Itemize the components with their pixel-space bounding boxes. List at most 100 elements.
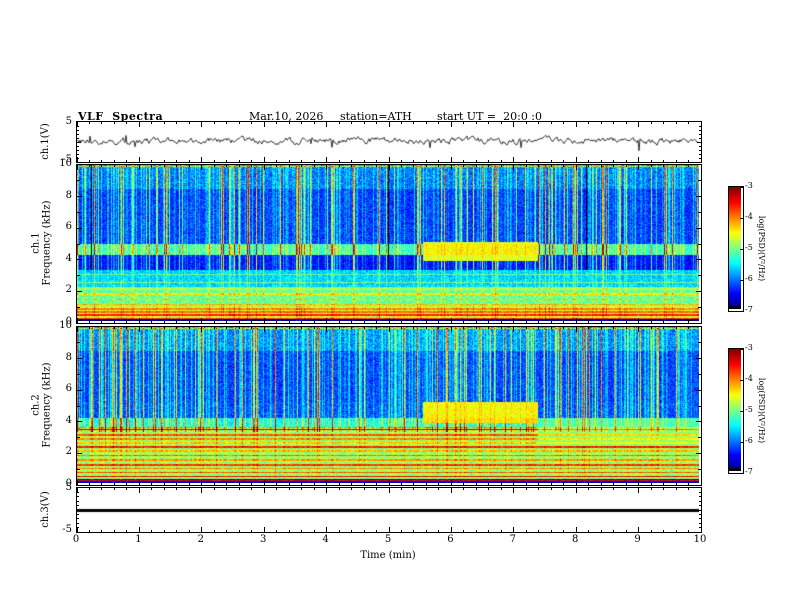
tick-mark: [513, 480, 515, 485]
tick-mark: [276, 165, 278, 167]
tick-mark: [740, 279, 743, 281]
tick-mark: [488, 530, 490, 532]
colorbar-tick-label: -3: [745, 343, 753, 352]
tick-mark: [588, 530, 590, 532]
tick-mark: [351, 483, 353, 485]
tick-mark: [263, 327, 265, 332]
tick-mark: [113, 321, 115, 323]
time-tick-label: 4: [322, 534, 329, 545]
tick-mark: [201, 157, 203, 162]
tick-mark: [450, 480, 452, 485]
colorbar-tick-label: -7: [745, 467, 753, 476]
tick-mark: [138, 122, 140, 127]
tick-mark: [525, 321, 527, 323]
tick-mark: [126, 165, 128, 167]
tick-mark: [575, 157, 577, 162]
tick-mark: [213, 488, 215, 490]
tick-mark: [338, 160, 340, 162]
colorbar-tick-label: -5: [745, 405, 753, 414]
tick-mark: [77, 518, 79, 520]
tick-mark: [338, 488, 340, 490]
tick-mark: [500, 122, 502, 124]
tick-mark: [88, 327, 90, 329]
tick-mark: [351, 160, 353, 162]
tick-mark: [113, 122, 115, 124]
tick-mark: [698, 373, 701, 375]
time-tick-label: 0: [72, 534, 80, 545]
tick-mark: [688, 165, 690, 167]
tick-mark: [688, 122, 690, 124]
vlf-spectra-figure: VLF Spectra Mar.10, 2026 station=ATH sta…: [0, 0, 792, 612]
tick-mark: [538, 122, 540, 124]
tick-mark: [363, 483, 365, 485]
tick-mark: [77, 527, 79, 529]
tick-mark: [740, 410, 743, 412]
tick-mark: [126, 122, 128, 124]
tick-mark: [77, 509, 81, 511]
tick-mark: [77, 153, 79, 155]
tick-mark: [226, 122, 228, 124]
tick-mark: [698, 405, 701, 407]
tick-mark: [699, 149, 701, 151]
tick-mark: [151, 327, 153, 329]
colorbar-ch1: [728, 186, 744, 312]
tick-mark: [663, 488, 665, 490]
tick-mark: [251, 165, 253, 167]
tick-mark: [413, 488, 415, 490]
tick-mark: [201, 318, 203, 323]
tick-mark: [88, 165, 90, 167]
tick-mark: [699, 153, 701, 155]
tick-mark: [638, 527, 640, 532]
tick-mark: [675, 160, 677, 162]
tick-mark: [538, 530, 540, 532]
tick-mark: [650, 165, 652, 167]
time-tick-label: 5: [384, 534, 392, 545]
tick-mark: [500, 530, 502, 532]
tick-mark: [413, 165, 415, 167]
tick-mark: [600, 321, 602, 323]
tick-mark: [700, 327, 702, 332]
time-tick-label: 3: [260, 534, 267, 545]
tick-mark: [163, 160, 165, 162]
tick-mark: [151, 122, 153, 124]
tick-mark: [696, 259, 701, 261]
tick-mark: [213, 165, 215, 167]
tick-mark: [213, 321, 215, 323]
tick-mark: [101, 321, 103, 323]
tick-mark: [513, 488, 515, 493]
tick-mark: [188, 160, 190, 162]
tick-mark: [251, 488, 253, 490]
tick-mark: [313, 327, 315, 329]
tick-mark: [238, 122, 240, 124]
tick-mark: [550, 530, 552, 532]
tick-mark: [326, 488, 328, 493]
tick-mark: [698, 275, 701, 277]
ch3-voltage-ylabel: ch.3(V): [36, 487, 54, 531]
tick-mark: [363, 488, 365, 490]
tick-mark: [113, 327, 115, 329]
tick-mark: [276, 321, 278, 323]
tick-mark: [201, 327, 203, 332]
tick-mark: [226, 165, 228, 167]
ch1-voltage-ylabel: ch.1(V): [36, 121, 54, 161]
tick-mark: [313, 530, 315, 532]
tick-mark: [101, 160, 103, 162]
tick-mark: [699, 133, 701, 135]
ch1-channel-label: ch.1: [31, 232, 42, 254]
time-tick-label: 6: [447, 534, 454, 545]
tick-mark: [77, 452, 82, 454]
volt-tick-label: -5: [62, 524, 72, 535]
tick-mark: [563, 165, 565, 167]
tick-mark: [176, 530, 178, 532]
tick-mark: [525, 530, 527, 532]
tick-mark: [376, 483, 378, 485]
tick-mark: [400, 530, 402, 532]
tick-mark: [699, 137, 701, 139]
tick-mark: [251, 160, 253, 162]
colorbar-tick-label: -7: [745, 305, 753, 314]
tick-mark: [338, 122, 340, 124]
tick-mark: [363, 122, 365, 124]
tick-mark: [77, 137, 79, 139]
tick-mark: [698, 437, 701, 439]
tick-mark: [77, 437, 80, 439]
